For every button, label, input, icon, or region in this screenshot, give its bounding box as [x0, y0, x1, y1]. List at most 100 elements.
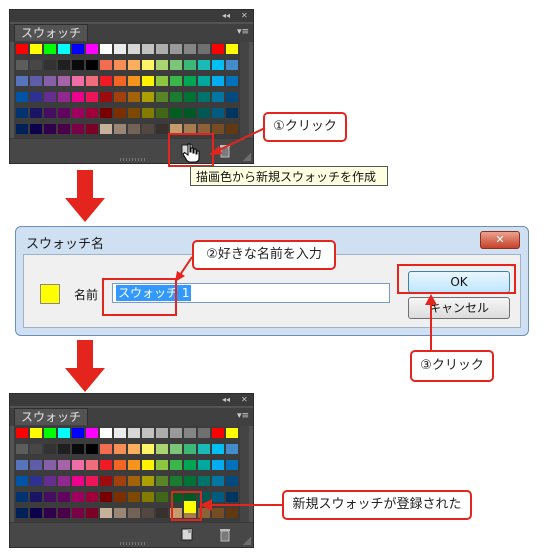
- swatch[interactable]: [30, 92, 42, 102]
- panel-menu-icon[interactable]: ▾≡: [237, 26, 249, 38]
- swatch[interactable]: [114, 76, 126, 86]
- swatch[interactable]: [198, 92, 210, 102]
- swatch[interactable]: [226, 108, 238, 118]
- swatch[interactable]: [170, 108, 182, 118]
- swatch[interactable]: [86, 92, 98, 102]
- swatch[interactable]: [30, 428, 42, 438]
- swatch[interactable]: [142, 60, 154, 70]
- swatch[interactable]: [184, 460, 196, 470]
- swatch[interactable]: [226, 460, 238, 470]
- swatch[interactable]: [114, 124, 126, 134]
- swatch[interactable]: [184, 44, 196, 54]
- close-icon[interactable]: ✕: [241, 394, 248, 406]
- swatch[interactable]: [16, 444, 28, 454]
- swatch[interactable]: [142, 492, 154, 502]
- resize-corner[interactable]: [243, 537, 251, 545]
- close-icon[interactable]: ✕: [241, 10, 248, 22]
- panel-menu-icon[interactable]: ▾≡: [237, 410, 249, 422]
- swatch[interactable]: [30, 460, 42, 470]
- swatch[interactable]: [128, 428, 140, 438]
- swatch[interactable]: [16, 476, 28, 486]
- swatch[interactable]: [226, 76, 238, 86]
- swatch[interactable]: [16, 76, 28, 86]
- swatch[interactable]: [44, 508, 56, 518]
- resize-grip[interactable]: [120, 158, 146, 161]
- swatch[interactable]: [198, 44, 210, 54]
- swatch[interactable]: [142, 476, 154, 486]
- swatch[interactable]: [212, 108, 224, 118]
- swatch[interactable]: [72, 124, 84, 134]
- swatch[interactable]: [86, 108, 98, 118]
- swatch[interactable]: [100, 444, 112, 454]
- swatch[interactable]: [212, 476, 224, 486]
- swatch[interactable]: [170, 60, 182, 70]
- swatch[interactable]: [114, 92, 126, 102]
- swatch[interactable]: [100, 460, 112, 470]
- swatch[interactable]: [212, 92, 224, 102]
- swatch[interactable]: [114, 108, 126, 118]
- swatch[interactable]: [156, 460, 168, 470]
- swatch[interactable]: [170, 44, 182, 54]
- swatch[interactable]: [58, 108, 70, 118]
- swatch[interactable]: [170, 428, 182, 438]
- swatch[interactable]: [72, 508, 84, 518]
- swatch[interactable]: [156, 76, 168, 86]
- swatch[interactable]: [30, 108, 42, 118]
- swatch[interactable]: [170, 444, 182, 454]
- swatch[interactable]: [156, 476, 168, 486]
- swatch[interactable]: [184, 476, 196, 486]
- swatch[interactable]: [156, 108, 168, 118]
- swatch[interactable]: [16, 108, 28, 118]
- swatch[interactable]: [16, 60, 28, 70]
- swatch[interactable]: [212, 444, 224, 454]
- swatch[interactable]: [156, 60, 168, 70]
- swatch[interactable]: [86, 444, 98, 454]
- swatch[interactable]: [142, 92, 154, 102]
- swatch[interactable]: [128, 508, 140, 518]
- swatch[interactable]: [86, 460, 98, 470]
- swatch[interactable]: [44, 60, 56, 70]
- swatch[interactable]: [114, 460, 126, 470]
- swatch[interactable]: [86, 428, 98, 438]
- swatch[interactable]: [86, 124, 98, 134]
- collapse-icon[interactable]: ◂◂: [222, 10, 230, 22]
- swatch[interactable]: [212, 428, 224, 438]
- swatch[interactable]: [30, 492, 42, 502]
- swatch[interactable]: [184, 92, 196, 102]
- swatch[interactable]: [114, 60, 126, 70]
- swatch[interactable]: [128, 476, 140, 486]
- swatch[interactable]: [30, 444, 42, 454]
- swatch[interactable]: [114, 492, 126, 502]
- swatch[interactable]: [16, 428, 28, 438]
- swatch[interactable]: [72, 92, 84, 102]
- swatch[interactable]: [72, 108, 84, 118]
- swatch[interactable]: [16, 508, 28, 518]
- swatch[interactable]: [30, 44, 42, 54]
- swatch[interactable]: [198, 460, 210, 470]
- swatch[interactable]: [142, 124, 154, 134]
- swatch[interactable]: [16, 44, 28, 54]
- swatch[interactable]: [226, 428, 238, 438]
- swatch[interactable]: [72, 460, 84, 470]
- swatch[interactable]: [44, 476, 56, 486]
- swatch[interactable]: [100, 44, 112, 54]
- swatch[interactable]: [44, 76, 56, 86]
- tab-swatches[interactable]: スウォッチ: [14, 24, 88, 41]
- swatch[interactable]: [114, 44, 126, 54]
- swatch[interactable]: [100, 428, 112, 438]
- swatch[interactable]: [226, 92, 238, 102]
- swatch[interactable]: [156, 492, 168, 502]
- swatch[interactable]: [142, 460, 154, 470]
- swatch[interactable]: [16, 92, 28, 102]
- swatch[interactable]: [44, 460, 56, 470]
- swatch[interactable]: [198, 444, 210, 454]
- swatch[interactable]: [212, 44, 224, 54]
- swatch[interactable]: [72, 428, 84, 438]
- swatch[interactable]: [100, 92, 112, 102]
- swatch[interactable]: [128, 76, 140, 86]
- swatch[interactable]: [100, 492, 112, 502]
- swatch[interactable]: [198, 60, 210, 70]
- swatch[interactable]: [72, 60, 84, 70]
- swatch[interactable]: [114, 444, 126, 454]
- swatch[interactable]: [58, 476, 70, 486]
